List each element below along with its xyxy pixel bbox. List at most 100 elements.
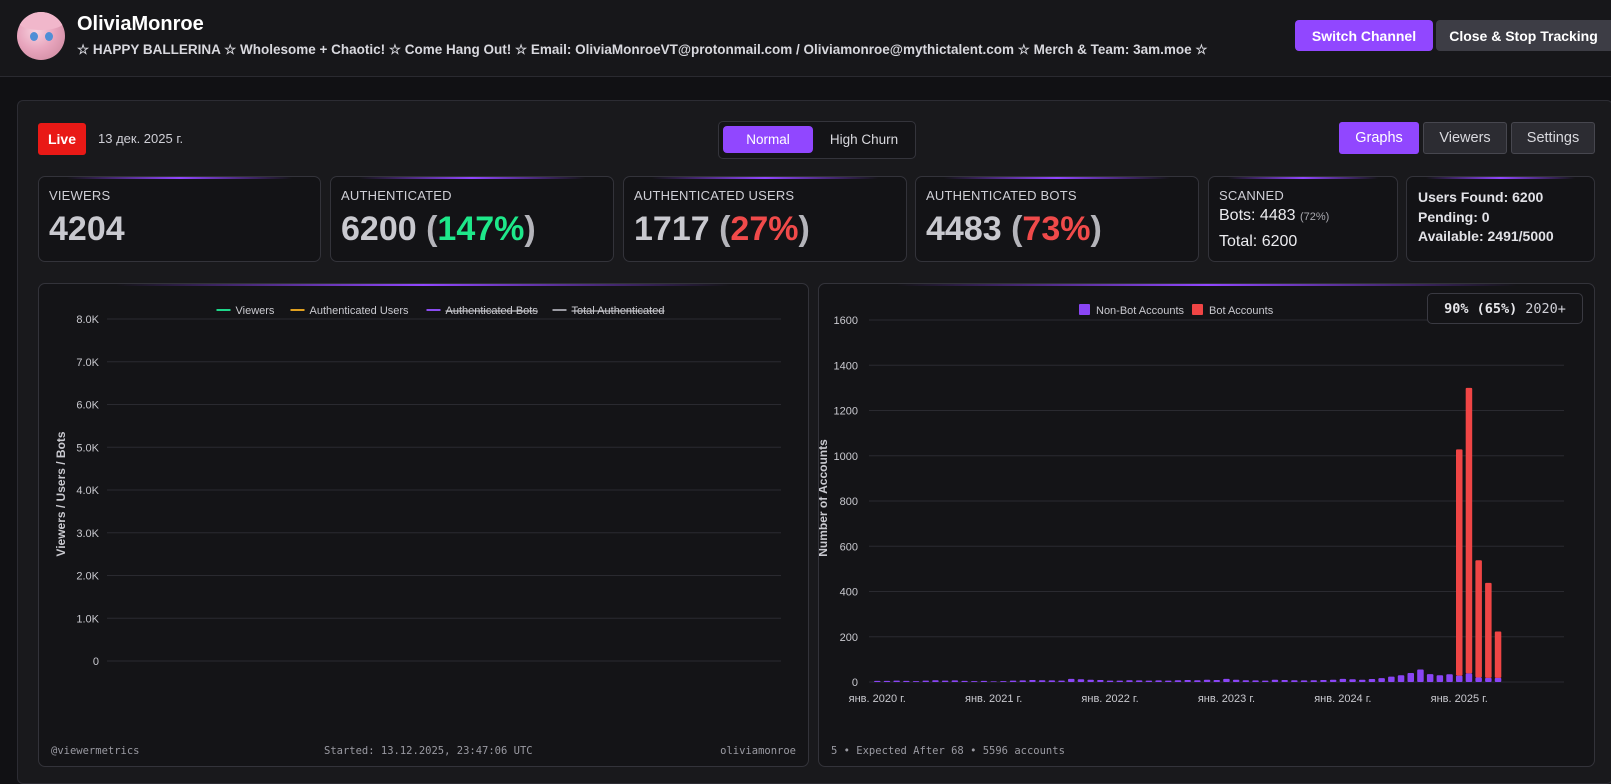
legend-label: Viewers: [236, 305, 275, 317]
live-badge: Live: [38, 123, 86, 155]
nonbot-bar: [1174, 680, 1182, 682]
y-axis-label: Viewers / Users / Bots: [54, 431, 68, 557]
nonbot-bar: [1213, 679, 1220, 682]
nonbot-bar: [1116, 680, 1123, 682]
nonbot-bar: [1019, 680, 1026, 682]
switch-channel-button[interactable]: Switch Channel: [1295, 20, 1433, 51]
nonbot-bar: [1397, 675, 1405, 682]
auth-users-label: AUTHENTICATED USERS: [634, 188, 795, 203]
available-text: Available: 2491/5000: [1418, 228, 1554, 244]
nonbot-bar: [1436, 675, 1444, 682]
nonbot-bar: [1291, 680, 1298, 682]
y-tick-label: 1600: [834, 315, 858, 327]
nonbot-bar: [1329, 679, 1337, 682]
nonbot-bar: [1097, 679, 1104, 682]
tab-viewers[interactable]: Viewers: [1423, 122, 1507, 154]
account-age-bar-chart: 0 200 400 600 800 1000 1200 1400 1600 Number of A…: [818, 283, 1595, 767]
nonbot-bar: [1048, 680, 1056, 682]
nonbot-bar: [1310, 680, 1317, 682]
nonbot-bar: [1223, 678, 1230, 682]
close-stop-tracking-button[interactable]: Close & Stop Tracking: [1436, 20, 1611, 51]
nonbot-bar: [1242, 680, 1250, 682]
tab-settings[interactable]: Settings: [1511, 122, 1595, 154]
y-tick-label: 0: [93, 656, 99, 668]
chart2-footer-left: 5 • Expected After 68 • 5596 accounts: [831, 745, 1065, 757]
y-tick-label: 6.0K: [76, 400, 99, 412]
nonbot-bar: [1426, 674, 1434, 682]
auth-users-card: AUTHENTICATED USERS 1717 (27%): [623, 176, 907, 262]
nonbot-bar: [1446, 674, 1453, 682]
nonbot-bar: [1077, 679, 1085, 682]
viewers-label: VIEWERS: [49, 188, 111, 203]
x-tick-label: янв. 2021 г.: [965, 693, 1022, 705]
nonbot-bar: [1087, 679, 1094, 682]
nonbot-bar: [971, 681, 978, 682]
bot-ratio-badge: 90% (65%) 2020+: [1427, 293, 1583, 324]
tab-graphs[interactable]: Graphs: [1339, 122, 1419, 154]
users-found-card: Users Found: 6200 Pending: 0 Available: …: [1406, 176, 1595, 262]
scanned-bots-value: 4483: [1259, 207, 1296, 224]
nonbot-bar: [1068, 678, 1075, 682]
authenticated-label: AUTHENTICATED: [341, 188, 452, 203]
mode-high-churn-button[interactable]: High Churn: [817, 126, 911, 153]
nonbot-bar: [1407, 672, 1414, 682]
y-tick-label: 3.0K: [76, 528, 99, 540]
nonbot-bar: [903, 680, 910, 682]
scanned-bots-pct: (72%): [1299, 211, 1330, 223]
nonbot-bar: [1252, 680, 1259, 682]
legend-swatch: [1192, 304, 1203, 315]
scanned-total-row: Total: 6200: [1219, 233, 1298, 250]
y-tick-label: 1.0K: [76, 613, 99, 625]
channel-description: ☆ HAPPY BALLERINA ☆ Wholesome + Chaotic!…: [77, 42, 1208, 57]
viewers-value: 4204: [49, 210, 125, 248]
nonbot-bar: [1262, 680, 1269, 682]
nonbot-bar: [1145, 680, 1153, 682]
bot-ratio-range: 2020+: [1525, 300, 1566, 317]
nonbot-bar: [922, 680, 929, 682]
nonbot-bar: [1465, 673, 1473, 682]
nonbot-bar: [1320, 679, 1327, 682]
nonbot-bar: [1339, 678, 1347, 682]
bot-ratio-value: 90% (65%): [1444, 300, 1518, 317]
nonbot-bar: [1009, 680, 1017, 682]
mode-toggle: Normal High Churn: [718, 121, 916, 159]
nonbot-bar: [1038, 680, 1046, 682]
channel-avatar: [17, 12, 65, 60]
nonbot-bar: [1184, 679, 1191, 682]
authenticated-value: 6200: [341, 210, 417, 248]
nonbot-bar: [912, 681, 920, 682]
auth-bots-pct: 73%: [1022, 210, 1091, 248]
nonbot-bar: [1271, 679, 1279, 682]
nonbot-bar: [1126, 680, 1133, 682]
y-tick-label: 200: [840, 632, 858, 644]
bot-bar: [1465, 387, 1473, 674]
nonbot-bar: [1368, 679, 1376, 682]
nonbot-bar: [1300, 680, 1308, 682]
viewers-card: VIEWERS 4204: [38, 176, 321, 262]
nonbot-bar: [1349, 679, 1356, 682]
nonbot-bar: [1058, 680, 1065, 682]
nonbot-bar: [1203, 679, 1211, 682]
legend-label: Total Authenticated: [572, 305, 665, 317]
nonbot-bar: [990, 681, 997, 682]
stream-date: 13 дек. 2025 г.: [98, 131, 184, 146]
authenticated-pct: 147%: [437, 210, 525, 248]
bot-bar: [1456, 449, 1463, 676]
legend-label: Non-Bot Accounts: [1096, 305, 1185, 317]
nonbot-bar: [1359, 679, 1366, 682]
x-tick-label: янв. 2024 г.: [1314, 693, 1371, 705]
legend-label: Bot Accounts: [1209, 305, 1274, 317]
scanned-bots-row: Bots: 4483 (72%): [1219, 207, 1330, 224]
authenticated-value-row: 6200 (147%): [341, 210, 536, 248]
legend-label: Authenticated Users: [310, 305, 410, 317]
x-tick-label: янв. 2023 г.: [1198, 693, 1255, 705]
y-tick-label: 400: [840, 587, 858, 599]
auth-bots-value: 4483: [926, 210, 1002, 248]
mode-normal-button[interactable]: Normal: [723, 126, 813, 153]
nonbot-bar: [1232, 679, 1240, 682]
nonbot-bar: [1000, 681, 1007, 682]
x-tick-label: янв. 2020 г.: [849, 693, 906, 705]
y-tick-label: 7.0K: [76, 357, 99, 369]
pending-text: Pending: 0: [1418, 209, 1490, 225]
scanned-card: SCANNED Bots: 4483 (72%) Total: 6200: [1208, 176, 1398, 262]
